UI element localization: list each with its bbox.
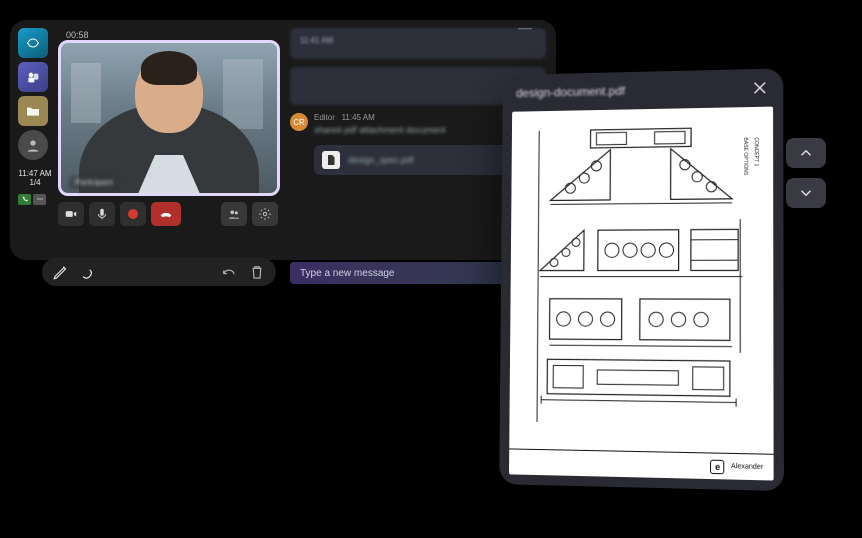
drawing-title-block: e Alexander xyxy=(509,448,774,480)
video-feed[interactable]: Participant xyxy=(58,40,280,196)
technical-drawing: CONCEPT 1 BASE OPTIONS xyxy=(519,117,763,468)
drawing-label-concept: CONCEPT 1 xyxy=(753,137,759,166)
participants-button[interactable] xyxy=(221,202,247,226)
attachment-filename: design_spec.pdf xyxy=(348,155,414,165)
chat-message[interactable]: 11:41 AM xyxy=(290,28,546,59)
dock-clock: 11:47 AM 1/4 xyxy=(18,170,52,188)
participant-face xyxy=(135,55,203,133)
message-composer[interactable] xyxy=(290,262,508,284)
pdf-title-ext: .pdf xyxy=(605,84,625,98)
app-dock: 11:47 AM 1/4 xyxy=(18,28,52,205)
dock-date-text: 1/4 xyxy=(18,179,52,188)
chat-sent-time: 11:45 AM xyxy=(342,113,375,122)
annotation-toolbar xyxy=(42,258,276,286)
pdf-viewer-window[interactable]: design-document.pdf CONCEPT 1 BASE OPTIO… xyxy=(499,68,784,491)
page-up-button[interactable] xyxy=(786,138,826,168)
participant-name-tag: Participant xyxy=(69,176,119,189)
record-button[interactable] xyxy=(120,202,146,226)
delete-button[interactable] xyxy=(248,263,266,281)
file-icon xyxy=(322,151,340,169)
hangup-button[interactable] xyxy=(151,202,181,226)
camera-toggle-button[interactable] xyxy=(58,202,84,226)
pdf-title-stem: design-document xyxy=(516,84,605,100)
settings-button[interactable] xyxy=(252,202,278,226)
message-input[interactable] xyxy=(300,268,498,279)
pdf-page[interactable]: CONCEPT 1 BASE OPTIONS xyxy=(509,107,774,481)
chat-sender-name: Editor xyxy=(314,113,335,122)
dock-user-avatar[interactable] xyxy=(18,130,48,160)
chat-msg-time: 11:41 AM xyxy=(300,36,536,45)
dock-app-files[interactable] xyxy=(18,96,48,126)
pdf-titlebar: design-document.pdf xyxy=(503,68,784,112)
brand-name: Alexander xyxy=(731,463,763,471)
dock-app-main[interactable] xyxy=(18,28,48,58)
mic-toggle-button[interactable] xyxy=(89,202,115,226)
page-down-button[interactable] xyxy=(786,178,826,208)
dock-mini-options[interactable] xyxy=(33,194,46,205)
call-duration-label: 00:58 xyxy=(66,30,89,40)
call-control-bar xyxy=(58,202,278,226)
call-status-button[interactable] xyxy=(18,194,31,205)
dock-status-row xyxy=(18,194,52,205)
eraser-tool-button[interactable] xyxy=(80,263,98,281)
record-icon xyxy=(128,209,138,219)
pdf-page-nav xyxy=(786,138,826,208)
pdf-filename: design-document.pdf xyxy=(516,84,625,100)
pen-tool-button[interactable] xyxy=(52,263,70,281)
undo-button[interactable] xyxy=(220,263,238,281)
dock-app-teams[interactable] xyxy=(18,62,48,92)
drawing-label-base: BASE OPTIONS xyxy=(742,137,748,176)
close-button[interactable] xyxy=(751,79,769,97)
brand-logo-icon: e xyxy=(710,459,724,474)
chat-sender-avatar[interactable]: CR xyxy=(290,113,308,131)
